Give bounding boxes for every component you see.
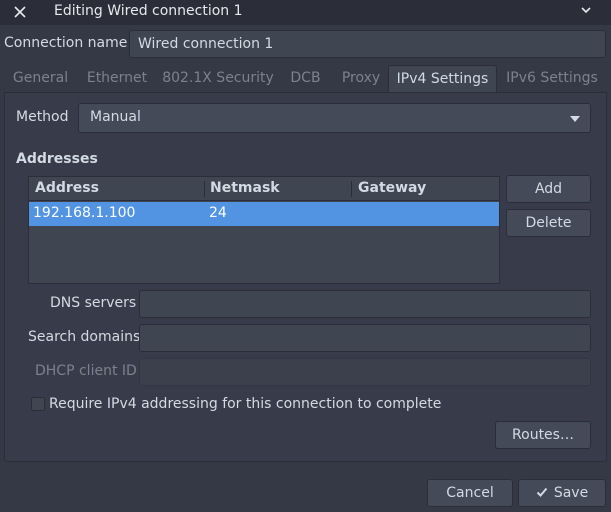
tab-proxy[interactable]: Proxy bbox=[333, 65, 389, 93]
delete-address-button[interactable]: Delete bbox=[506, 209, 591, 237]
tab-bar: General Ethernet 802.1X Security DCB Pro… bbox=[0, 65, 611, 93]
cancel-button[interactable]: Cancel bbox=[427, 479, 513, 507]
addresses-title: Addresses bbox=[16, 151, 98, 167]
chevron-down-icon[interactable] bbox=[580, 4, 592, 16]
search-domains-field[interactable] bbox=[139, 324, 591, 352]
method-label: Method bbox=[16, 109, 69, 125]
netmask-cell[interactable]: 24 bbox=[209, 205, 227, 221]
address-cell[interactable]: 192.168.1.100 bbox=[33, 205, 135, 221]
close-icon[interactable] bbox=[11, 3, 29, 21]
connection-name-field[interactable]: Wired connection 1 bbox=[129, 30, 606, 58]
tab-general[interactable]: General bbox=[4, 65, 77, 93]
window-title: Editing Wired connection 1 bbox=[54, 3, 243, 19]
dns-servers-label: DNS servers bbox=[50, 295, 137, 311]
tab-ethernet[interactable]: Ethernet bbox=[79, 65, 155, 93]
column-divider bbox=[351, 181, 352, 197]
addresses-table-header: Address Netmask Gateway bbox=[29, 177, 499, 201]
column-header-netmask[interactable]: Netmask bbox=[210, 180, 280, 196]
tab-dcb[interactable]: DCB bbox=[281, 65, 330, 93]
routes-button[interactable]: Routes… bbox=[495, 421, 591, 449]
save-button-label: Save bbox=[553, 485, 589, 501]
tab-8021x-security[interactable]: 802.1X Security bbox=[158, 65, 278, 93]
search-domains-label: Search domains bbox=[28, 329, 141, 345]
require-ipv4-checkbox[interactable] bbox=[31, 397, 45, 411]
connection-name-label: Connection name bbox=[4, 35, 128, 51]
tab-ipv4-settings[interactable]: IPv4 Settings bbox=[388, 65, 497, 93]
require-ipv4-label[interactable]: Require IPv4 addressing for this connect… bbox=[49, 396, 441, 412]
tab-ipv6-settings[interactable]: IPv6 Settings bbox=[499, 65, 605, 93]
table-row[interactable]: 192.168.1.100 24 bbox=[29, 202, 499, 226]
column-header-gateway[interactable]: Gateway bbox=[358, 180, 426, 196]
method-value: Manual bbox=[90, 109, 141, 125]
addresses-table: Address Netmask Gateway 192.168.1.100 24 bbox=[28, 176, 500, 284]
dhcp-client-id-label: DHCP client ID bbox=[35, 363, 137, 379]
dns-servers-field[interactable] bbox=[139, 290, 591, 318]
checkmark-icon bbox=[536, 487, 548, 497]
dhcp-client-id-field bbox=[139, 358, 591, 386]
title-bar: Editing Wired connection 1 bbox=[0, 0, 611, 25]
save-button[interactable]: Save bbox=[518, 479, 606, 507]
column-divider bbox=[204, 181, 205, 197]
dropdown-arrow-icon bbox=[570, 116, 580, 122]
method-dropdown[interactable]: Manual bbox=[78, 103, 591, 133]
add-address-button[interactable]: Add bbox=[506, 175, 591, 203]
column-header-address[interactable]: Address bbox=[35, 180, 99, 196]
